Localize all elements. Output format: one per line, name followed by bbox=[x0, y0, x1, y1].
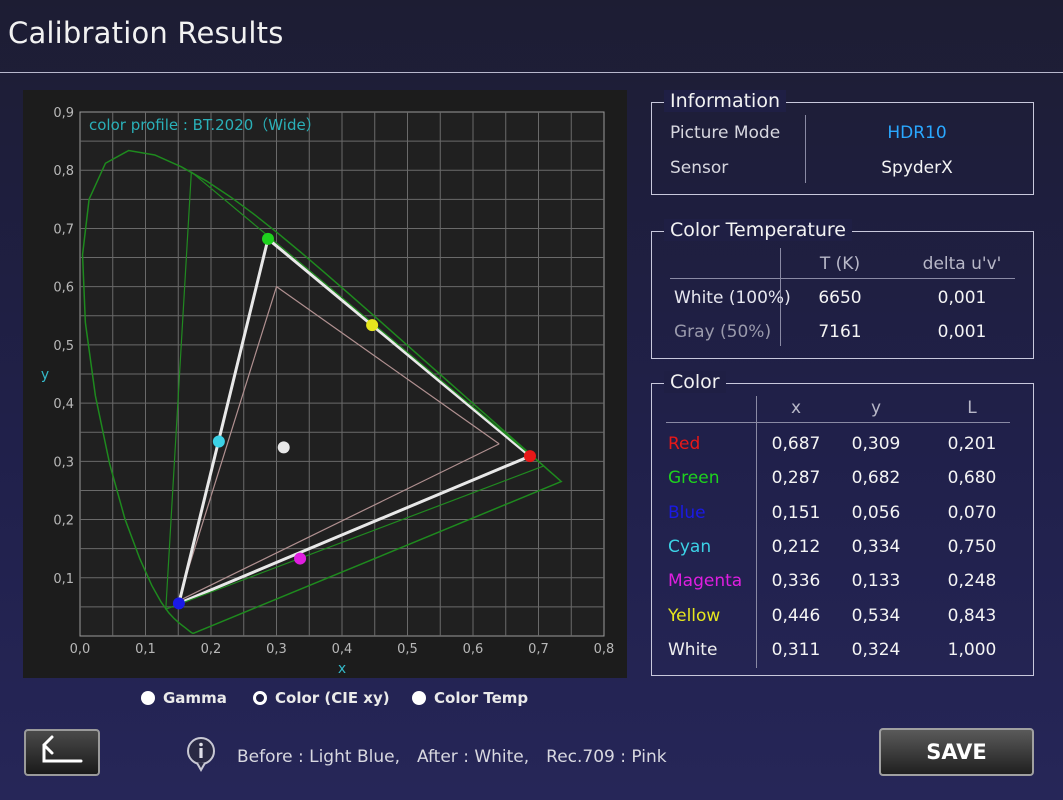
y-tick-label: 0,7 bbox=[53, 222, 74, 237]
back-button[interactable] bbox=[24, 729, 100, 776]
radio-dot-selected bbox=[253, 691, 267, 705]
color-row-y: 0,534 bbox=[851, 605, 901, 626]
color-cie-radio-label: Color (CIE xy) bbox=[275, 689, 390, 707]
sensor-label: Sensor bbox=[670, 158, 729, 178]
color-row-y: 0,309 bbox=[851, 434, 901, 454]
info-divider bbox=[805, 115, 806, 183]
color-row-label: Magenta bbox=[668, 571, 743, 592]
color-row-label: Green bbox=[668, 468, 720, 489]
x-tick-label: 0,2 bbox=[201, 642, 222, 657]
x-tick-label: 0,6 bbox=[463, 642, 484, 657]
gamma-radio[interactable]: Gamma bbox=[141, 689, 227, 707]
color-row-y: 0,324 bbox=[851, 639, 901, 660]
y-tick-label: 0,3 bbox=[53, 455, 74, 470]
information-panel: Information Picture Mode Sensor HDR10 Sp… bbox=[651, 90, 1034, 195]
ct-header-t: T (K) bbox=[819, 254, 861, 274]
ct-row-t: 6650 bbox=[818, 288, 862, 308]
color-row-x: 0,446 bbox=[771, 605, 821, 626]
x-tick-label: 0,3 bbox=[266, 642, 287, 657]
point-cyan bbox=[212, 435, 225, 448]
color-header-divider bbox=[666, 422, 1010, 423]
ct-row-delta: 0,001 bbox=[937, 322, 987, 342]
legend-note: Before : Light Blue, After : White, Rec.… bbox=[237, 747, 667, 767]
cie-chart-panel: 0,0 0,1 0,2 0,3 0,4 0,5 0,6 0,7 0,8 0,1 0,2 0,3 0,4 0… bbox=[23, 90, 627, 678]
color-row-label: Red bbox=[668, 434, 701, 454]
ct-row-label: White (100%) bbox=[674, 288, 791, 308]
page-title: Calibration Results bbox=[8, 16, 284, 50]
ct-header-delta: delta u'v' bbox=[922, 254, 1002, 274]
x-tick-label: 0,5 bbox=[397, 642, 418, 657]
point-magenta bbox=[294, 552, 307, 565]
color-panel: Color x y L Red 0,687 0,309 0,201 Green 0,287… bbox=[651, 371, 1034, 676]
cie-chart: 0,0 0,1 0,2 0,3 0,4 0,5 0,6 0,7 0,8 0,1 0,2 0,3 0,4 0… bbox=[41, 106, 615, 677]
color-row-x: 0,336 bbox=[771, 571, 821, 592]
radio-dot bbox=[412, 691, 426, 705]
y-tick-label: 0,8 bbox=[53, 164, 74, 179]
color-row-l: 1,000 bbox=[947, 639, 997, 660]
picture-mode-label: Picture Mode bbox=[670, 123, 781, 143]
color-row-x: 0,212 bbox=[771, 536, 821, 557]
ct-row-t: 7161 bbox=[818, 322, 862, 342]
color-row-x: 0,287 bbox=[771, 468, 821, 489]
y-tick-label: 0,2 bbox=[53, 514, 74, 529]
color-legend: Color bbox=[664, 371, 726, 393]
x-tick-label: 0,1 bbox=[135, 642, 156, 657]
color-row-l: 0,201 bbox=[947, 434, 997, 454]
save-button[interactable]: SAVE bbox=[879, 728, 1034, 776]
point-blue bbox=[172, 597, 185, 610]
color-row-label: White bbox=[668, 639, 718, 660]
x-axis-label: x bbox=[338, 661, 346, 677]
color-header-y: y bbox=[870, 398, 882, 418]
color-row-l: 0,070 bbox=[947, 502, 997, 523]
point-white bbox=[277, 441, 290, 454]
color-temp-radio[interactable]: Color Temp bbox=[412, 689, 528, 707]
color-row-l: 0,843 bbox=[947, 605, 997, 626]
point-yellow bbox=[366, 319, 379, 332]
color-row-l: 0,680 bbox=[947, 468, 997, 489]
y-tick-label: 0,1 bbox=[53, 572, 74, 587]
color-temp-radio-label: Color Temp bbox=[434, 689, 529, 707]
x-tick-label: 0,4 bbox=[332, 642, 353, 657]
ct-row-label: Gray (50%) bbox=[674, 322, 772, 342]
color-row-y: 0,682 bbox=[851, 468, 901, 489]
color-row-x: 0,687 bbox=[771, 434, 821, 454]
color-row-l: 0,248 bbox=[947, 571, 997, 592]
color-cie-radio[interactable]: Color (CIE xy) bbox=[253, 689, 390, 707]
radio-dot bbox=[141, 691, 155, 705]
color-row-x: 0,311 bbox=[771, 639, 821, 660]
ct-row-delta: 0,001 bbox=[937, 288, 987, 308]
color-row-y: 0,334 bbox=[851, 536, 901, 557]
y-tick-label: 0,5 bbox=[53, 339, 74, 354]
color-header-l: L bbox=[967, 398, 977, 418]
point-red bbox=[523, 450, 536, 463]
x-tick-label: 0,0 bbox=[70, 642, 91, 657]
color-row-y: 0,133 bbox=[851, 571, 901, 592]
gamma-radio-label: Gamma bbox=[163, 689, 227, 707]
color-temperature-panel: Color Temperature T (K) delta u'v' White… bbox=[651, 219, 1034, 359]
chart-title: color profile : BT.2020（Wide） bbox=[89, 116, 321, 134]
color-row-label: Yellow bbox=[668, 605, 721, 626]
y-tick-label: 0,6 bbox=[53, 281, 74, 296]
color-row-label: Cyan bbox=[668, 536, 712, 557]
picture-mode-value: HDR10 bbox=[887, 123, 947, 143]
return-arrow-icon bbox=[42, 735, 83, 763]
info-icon bbox=[187, 737, 215, 772]
color-row-l: 0,750 bbox=[947, 536, 997, 557]
color-row-y: 0,056 bbox=[851, 502, 901, 523]
y-tick-label: 0,9 bbox=[53, 106, 74, 121]
color-row-label: Blue bbox=[668, 502, 706, 523]
color-temperature-legend: Color Temperature bbox=[664, 219, 853, 241]
title-divider bbox=[0, 72, 1063, 73]
sensor-value: SpyderX bbox=[881, 158, 953, 178]
y-axis-label: y bbox=[41, 367, 49, 383]
color-row-x: 0,151 bbox=[771, 502, 821, 523]
information-legend: Information bbox=[664, 90, 786, 112]
color-header-x: x bbox=[790, 398, 802, 418]
x-tick-label: 0,7 bbox=[528, 642, 549, 657]
point-green bbox=[261, 232, 274, 245]
y-tick-label: 0,4 bbox=[53, 397, 74, 412]
ct-header-divider bbox=[670, 278, 1015, 279]
x-tick-label: 0,8 bbox=[594, 642, 615, 657]
